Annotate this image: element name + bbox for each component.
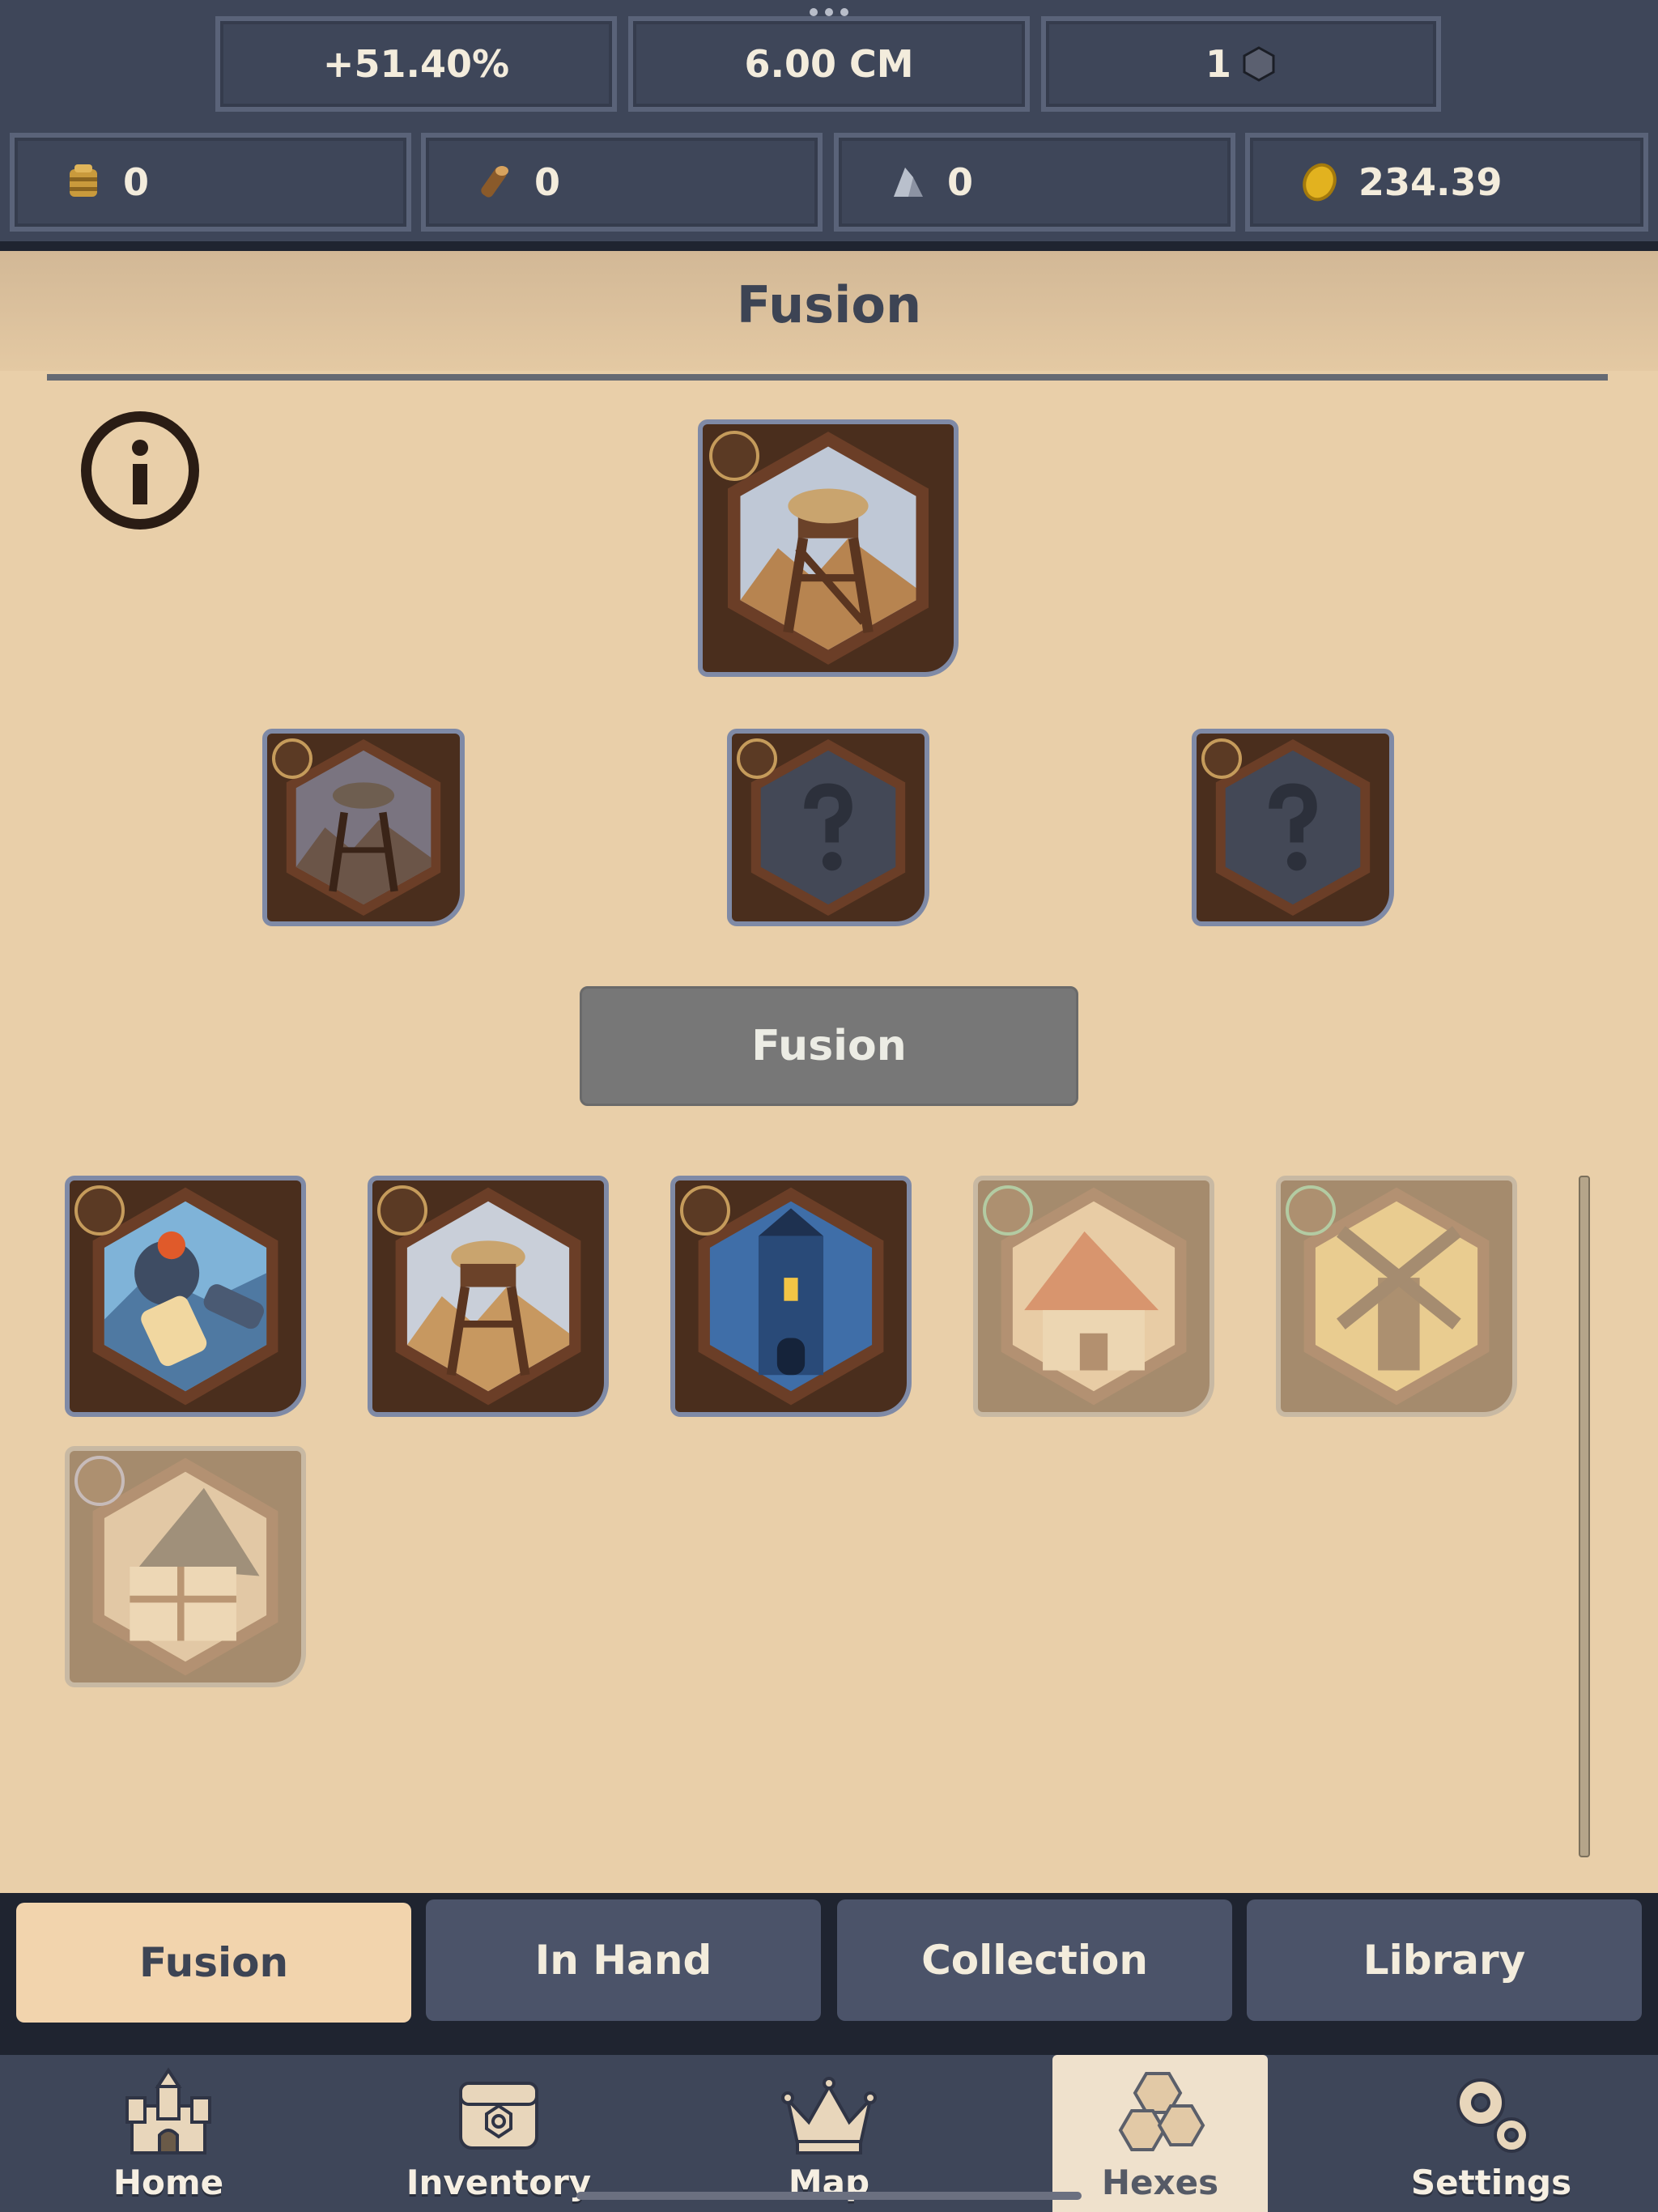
nav-inventory-label: Inventory (406, 2163, 592, 2202)
crown-icon (781, 2077, 877, 2155)
nav-home-label: Home (113, 2163, 224, 2202)
gold-stat: 234.39 (1245, 133, 1648, 232)
hex-icon (1243, 46, 1275, 82)
tab-fusion[interactable]: Fusion (16, 1903, 411, 2023)
stats-bar: +51.40% 6.00 CM 1 0 0 0 234.39 (0, 0, 1658, 251)
hex-card-red-roof-house (973, 1176, 1214, 1417)
leaf-icon (983, 1185, 1033, 1236)
nav-settings-label: Settings (1410, 2163, 1572, 2202)
wood-value: 0 (534, 160, 561, 204)
horn-icon (709, 431, 759, 481)
nav-hexes[interactable]: Hexes (1052, 2055, 1268, 2212)
hex-card-fist-scroll[interactable] (65, 1176, 306, 1417)
hay-bale-icon (70, 164, 97, 197)
tab-fusion-label: Fusion (138, 1939, 289, 1986)
hex-card-windmill (1276, 1176, 1517, 1417)
tab-in-hand[interactable]: In Hand (426, 1899, 821, 2021)
home-indicator[interactable] (576, 2192, 1082, 2200)
title-divider (47, 374, 1608, 381)
cm-stat: 6.00 CM (628, 16, 1030, 112)
gears-icon (1456, 2078, 1529, 2153)
tab-library-label: Library (1363, 1937, 1526, 1984)
stone-value: 0 (947, 160, 974, 204)
tab-library[interactable]: Library (1247, 1899, 1642, 2021)
horn-icon (1201, 738, 1242, 779)
sub-tab-bar: Fusion In Hand Collection Library (0, 1893, 1658, 2055)
star-icon (74, 1456, 125, 1506)
nav-inventory[interactable]: Inventory (406, 2055, 592, 2212)
nav-hexes-label: Hexes (1101, 2163, 1219, 2202)
fusion-result-card[interactable] (698, 419, 959, 677)
hex-card-blue-tower[interactable] (670, 1176, 912, 1417)
cm-value: 6.00 CM (744, 42, 914, 86)
bottom-nav: Home Inventory Map Hexes Settings (0, 2055, 1658, 2212)
fusion-slot-2[interactable] (727, 729, 929, 926)
horn-icon (377, 1185, 427, 1236)
info-icon[interactable] (81, 411, 199, 530)
hex-count-stat: 1 (1041, 16, 1441, 112)
wood-log-icon (481, 166, 508, 198)
bag-icon (459, 2082, 538, 2150)
hay-stat: 0 (10, 133, 411, 232)
leaf-icon (1286, 1185, 1336, 1236)
stone-icon (894, 168, 923, 197)
nav-map[interactable]: Map (738, 2055, 920, 2212)
tab-in-hand-label: In Hand (534, 1937, 712, 1984)
fusion-button[interactable]: Fusion (580, 986, 1078, 1106)
hexes-icon (1118, 2072, 1205, 2151)
hay-value: 0 (123, 160, 150, 204)
hex-count-value: 1 (1205, 42, 1231, 86)
gold-coin-icon (1303, 163, 1337, 202)
horn-icon (272, 738, 312, 779)
horn-icon (680, 1185, 730, 1236)
bonus-stat: +51.40% (215, 16, 617, 112)
hex-card-watchtower[interactable] (368, 1176, 609, 1417)
castle-icon (125, 2067, 211, 2155)
tab-collection-label: Collection (921, 1937, 1148, 1984)
bonus-value: +51.40% (322, 42, 510, 86)
tab-collection[interactable]: Collection (837, 1899, 1232, 2021)
gold-value: 234.39 (1358, 160, 1503, 204)
nav-settings[interactable]: Settings (1401, 2055, 1582, 2212)
page-title: Fusion (736, 275, 922, 334)
hex-card-timber-house (65, 1446, 306, 1687)
fusion-slot-3[interactable] (1192, 729, 1394, 926)
fusion-slot-1[interactable] (262, 729, 465, 926)
horn-icon (74, 1185, 125, 1236)
card-grid-scrollbar[interactable] (1579, 1176, 1590, 1857)
wood-stat: 0 (421, 133, 823, 232)
stone-stat: 0 (834, 133, 1235, 232)
nav-home[interactable]: Home (78, 2055, 259, 2212)
horn-icon (737, 738, 777, 779)
